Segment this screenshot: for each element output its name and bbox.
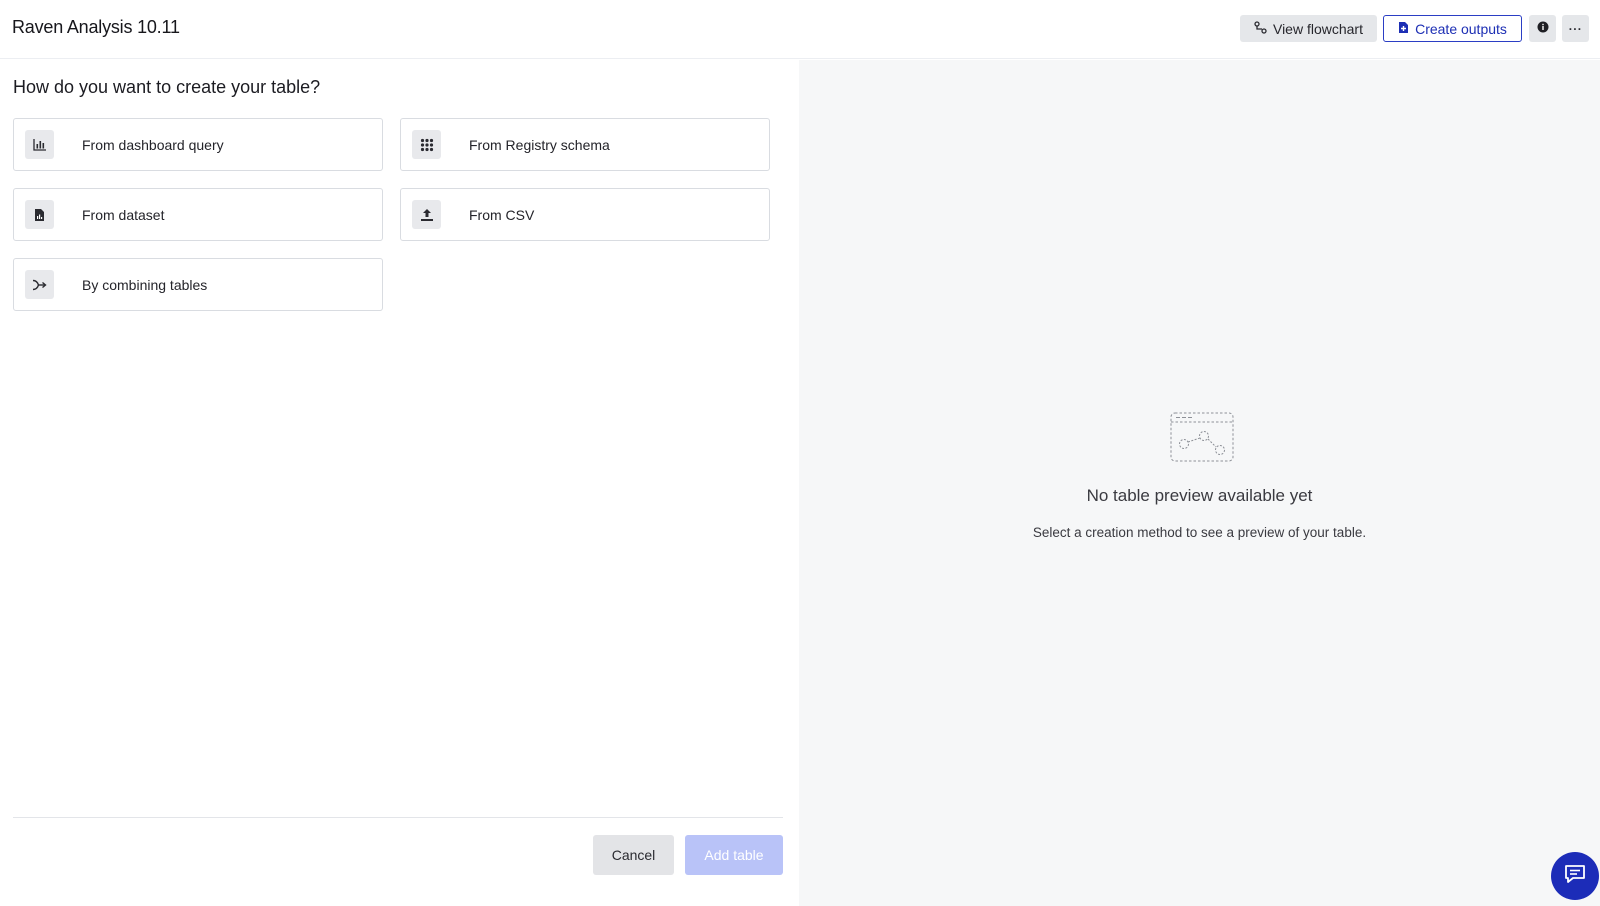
file-chart-icon — [25, 200, 54, 229]
option-label: From dataset — [82, 206, 165, 223]
add-table-button[interactable]: Add table — [685, 835, 783, 875]
option-label: From dashboard query — [82, 136, 224, 153]
bar-chart-icon — [25, 130, 54, 159]
footer-divider — [13, 817, 783, 818]
chat-icon — [1564, 864, 1586, 889]
create-outputs-button[interactable]: Create outputs — [1383, 15, 1522, 42]
ellipsis-icon: ··· — [1568, 21, 1583, 36]
option-dashboard-query[interactable]: From dashboard query — [13, 118, 383, 171]
option-label: By combining tables — [82, 276, 208, 293]
create-outputs-label: Create outputs — [1415, 20, 1507, 37]
grid-dots-icon — [412, 130, 441, 159]
more-options-button[interactable]: ··· — [1562, 15, 1589, 42]
info-icon — [1537, 20, 1549, 38]
top-bar: Raven Analysis 10.11 View flowchart Crea… — [0, 0, 1600, 59]
option-label: From CSV — [469, 206, 535, 223]
option-csv[interactable]: From CSV — [400, 188, 770, 241]
app-title: Raven Analysis 10.11 — [12, 17, 180, 37]
creation-question: How do you want to create your table? — [13, 77, 321, 97]
option-label: From Registry schema — [469, 136, 610, 153]
flowchart-icon — [1254, 20, 1267, 37]
option-combining-tables[interactable]: By combining tables — [13, 258, 383, 311]
creation-method-panel: How do you want to create your table? Fr… — [0, 60, 799, 906]
option-registry-schema[interactable]: From Registry schema — [400, 118, 770, 171]
merge-arrow-icon — [25, 270, 54, 299]
empty-preview-subtitle: Select a creation method to see a previe… — [1032, 525, 1367, 540]
cancel-button[interactable]: Cancel — [593, 835, 674, 875]
view-flowchart-label: View flowchart — [1272, 20, 1363, 37]
info-button[interactable] — [1529, 15, 1556, 42]
empty-preview-illustration — [1170, 412, 1234, 467]
view-flowchart-button[interactable]: View flowchart — [1240, 15, 1377, 42]
table-preview-panel: No table preview available yet Select a … — [799, 60, 1600, 906]
chat-support-button[interactable] — [1551, 852, 1599, 900]
empty-preview-title: No table preview available yet — [1086, 486, 1313, 505]
upload-icon — [412, 200, 441, 229]
document-add-icon — [1398, 21, 1409, 37]
option-dataset[interactable]: From dataset — [13, 188, 383, 241]
